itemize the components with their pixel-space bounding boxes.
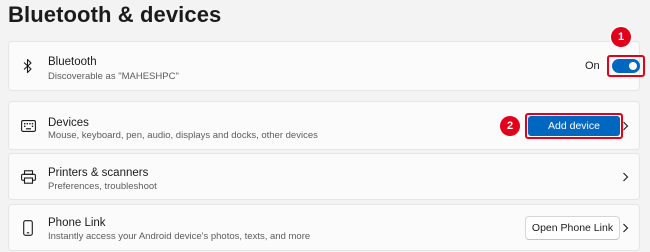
printers-subtitle: Preferences, troubleshoot bbox=[48, 181, 157, 192]
chevron-right-icon[interactable] bbox=[620, 222, 630, 234]
phone-link-card[interactable]: Phone Link Instantly access your Android… bbox=[8, 204, 640, 251]
bluetooth-toggle-state: On bbox=[585, 60, 600, 72]
bluetooth-icon bbox=[20, 58, 36, 74]
add-device-button[interactable]: Add device bbox=[528, 116, 620, 136]
bluetooth-subtitle: Discoverable as "MAHESHPC" bbox=[48, 71, 179, 82]
callout-marker-2: 2 bbox=[500, 116, 520, 136]
bluetooth-card: Bluetooth Discoverable as "MAHESHPC" On bbox=[8, 41, 645, 91]
phone-link-title: Phone Link bbox=[48, 217, 106, 229]
open-phone-link-button[interactable]: Open Phone Link bbox=[525, 216, 620, 240]
keyboard-icon bbox=[20, 118, 36, 134]
devices-title: Devices bbox=[48, 117, 89, 129]
chevron-right-icon[interactable] bbox=[620, 171, 630, 183]
callout-marker-1: 1 bbox=[611, 27, 631, 47]
chevron-right-icon[interactable] bbox=[620, 120, 630, 132]
toggle-knob bbox=[629, 62, 637, 70]
phone-icon bbox=[20, 219, 36, 236]
devices-subtitle: Mouse, keyboard, pen, audio, displays an… bbox=[48, 130, 318, 141]
printers-card[interactable]: Printers & scanners Preferences, trouble… bbox=[8, 153, 640, 200]
printers-title: Printers & scanners bbox=[48, 167, 149, 179]
page-title: Bluetooth & devices bbox=[8, 2, 222, 27]
phone-link-subtitle: Instantly access your Android device's p… bbox=[48, 231, 311, 242]
devices-card[interactable]: Devices Mouse, keyboard, pen, audio, dis… bbox=[8, 101, 640, 150]
bluetooth-title: Bluetooth bbox=[48, 56, 97, 68]
printer-icon bbox=[20, 169, 36, 185]
bluetooth-toggle[interactable] bbox=[612, 59, 640, 73]
